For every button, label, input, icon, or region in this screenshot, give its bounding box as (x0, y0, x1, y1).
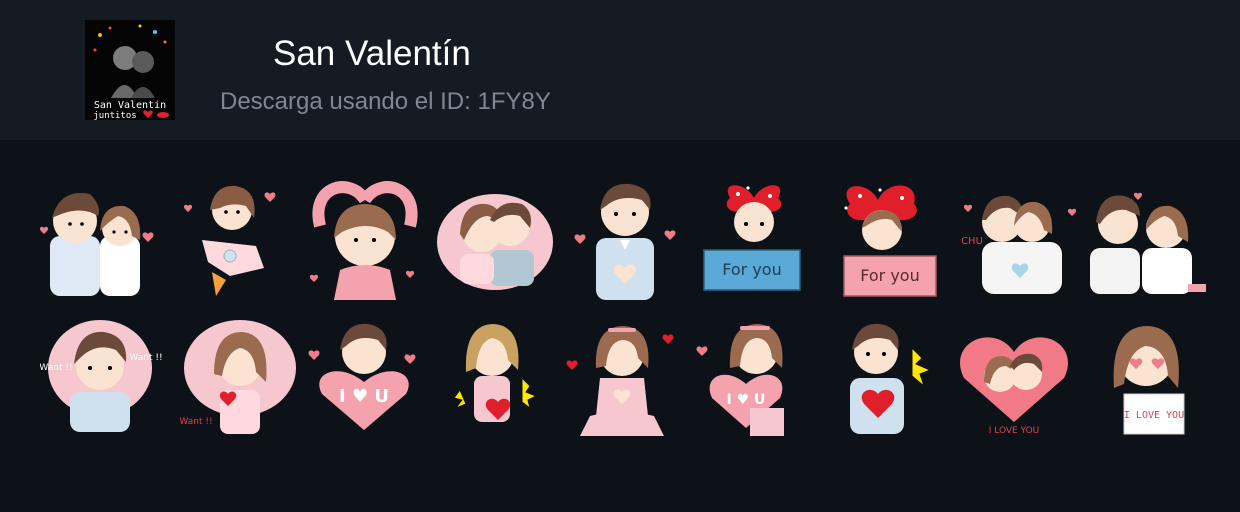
boy-heart-hands-sticker[interactable] (560, 176, 690, 306)
boy-holding-heart-sticker[interactable] (820, 312, 950, 442)
thumbnail-caption-2: juntitos (93, 111, 136, 120)
pack-header: San Valentin juntitos San Valentín Desca… (0, 0, 1240, 140)
couple-chu-sticker[interactable]: CHU (950, 176, 1080, 306)
girl-heart-arms-sticker[interactable] (300, 176, 430, 306)
thumbnail-caption-1: San Valentin (94, 100, 166, 111)
bow-girl-for-you-pink-sticker[interactable]: For you (820, 176, 950, 306)
i-love-you-text-2: I LOVE YOU (1124, 410, 1184, 421)
bow-girl-for-you-sticker[interactable]: For you (690, 176, 820, 306)
pack-thumbnail[interactable]: San Valentin juntitos (85, 20, 175, 120)
i-love-u-text-2: I ♥ U (727, 392, 766, 408)
download-id-text: Descarga usando el ID: 1FY8Y (220, 88, 551, 115)
want-text-1: Want !! (40, 363, 73, 373)
for-you-text-1: For you (722, 260, 781, 279)
couple-big-heart-sticker[interactable]: I LOVE YOU (950, 312, 1080, 442)
girl-heart-hands-sticker[interactable] (560, 312, 690, 442)
girl-rocket-sticker[interactable] (170, 176, 300, 306)
i-love-u-text-1: I ♥ U (339, 386, 389, 407)
boy-i-love-u-sticker[interactable]: I ♥ U (300, 312, 430, 442)
girl-i-love-you-sign-sticker[interactable]: I LOVE YOU (1080, 312, 1210, 442)
girl-i-love-u-sticker[interactable]: I ♥ U (690, 312, 820, 442)
couple-hug-sticker[interactable] (40, 176, 170, 306)
chu-text: CHU (961, 236, 983, 247)
sticker-grid: For you For you CHU Want !! Want !! Want… (40, 176, 1210, 442)
couple-cheek-sticker[interactable] (430, 176, 560, 306)
boy-want-sticker[interactable]: Want !! Want !! (40, 312, 170, 442)
want-text-2: Want !! (129, 353, 162, 363)
girl-want-sticker[interactable]: Want !! (170, 312, 300, 442)
i-love-you-text-1: I LOVE YOU (989, 426, 1040, 436)
for-you-text-2: For you (860, 266, 919, 285)
want-text-3: Want !! (179, 417, 212, 427)
pack-title: San Valentín (273, 34, 471, 73)
blonde-girl-heart-sticker[interactable] (430, 312, 560, 442)
couple-kiss-sticker[interactable] (1080, 176, 1210, 306)
